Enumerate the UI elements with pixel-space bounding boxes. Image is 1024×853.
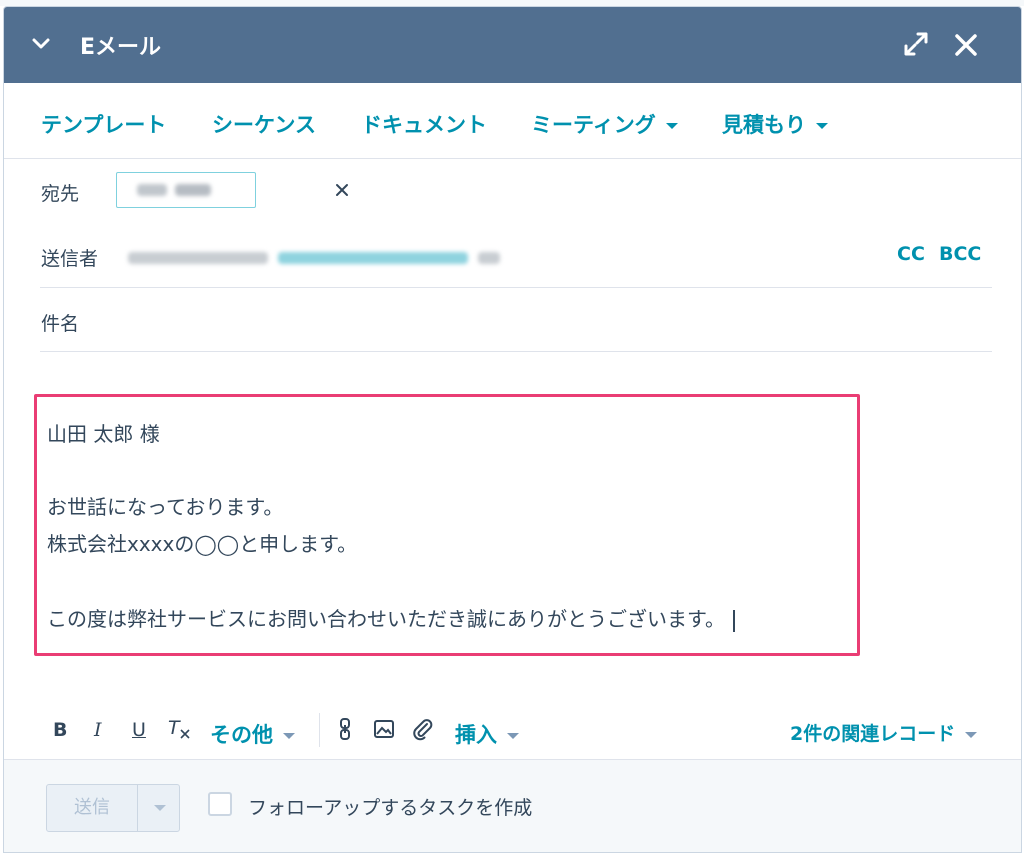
quote-dropdown[interactable]: 見積もり (722, 109, 828, 139)
email-body-editor[interactable]: 山田 太郎 様 お世話になっております。 株式会社xxxxの◯◯と申します。 こ… (34, 394, 860, 656)
format-separator (319, 713, 320, 747)
caret-down-icon (507, 733, 519, 739)
dialog-header: Eメール (4, 7, 1021, 83)
insert-label: 挿入 (455, 723, 497, 747)
bold-button[interactable]: B (53, 719, 67, 741)
caret-down-icon (154, 805, 166, 811)
body-line-last: この度は弊社サービスにお問い合わせいただき誠にありがとうございます。 (47, 603, 735, 632)
text-cursor (733, 609, 735, 632)
followup-task-label: フォローアップするタスクを作成 (248, 797, 533, 819)
more-format-label: その他 (210, 723, 273, 747)
recipient-chip[interactable] (116, 172, 348, 208)
body-line: お世話になっております。 (47, 495, 284, 519)
remove-recipient-icon[interactable] (333, 181, 351, 199)
related-records-label: 2件の関連レコード (790, 723, 956, 745)
send-options-button[interactable] (137, 785, 180, 831)
clear-format-icon (180, 729, 190, 739)
more-format-dropdown[interactable]: その他 (210, 719, 295, 749)
subject-label: 件名 (41, 313, 80, 335)
recipient-name-redacted (137, 184, 167, 196)
link-icon[interactable] (334, 717, 358, 741)
expand-icon[interactable] (903, 31, 929, 57)
attachment-icon[interactable] (410, 717, 434, 741)
from-label: 送信者 (41, 248, 99, 270)
document-button[interactable]: ドキュメント (361, 109, 487, 139)
image-icon[interactable] (372, 717, 396, 741)
clear-format-label: T (168, 717, 180, 739)
body-greeting: 山田 太郎 様 (47, 422, 160, 446)
body-line: 株式会社xxxxの◯◯と申します。 (47, 532, 358, 556)
chevron-down-icon[interactable] (30, 33, 52, 55)
cc-button[interactable]: CC (897, 243, 925, 265)
subject-input[interactable] (124, 303, 984, 339)
underline-button[interactable]: U (132, 719, 146, 741)
insert-dropdown[interactable]: 挿入 (455, 719, 519, 749)
body-text: この度は弊社サービスにお問い合わせいただき誠にありがとうございます。 (47, 607, 725, 631)
sender-suffix-redacted (478, 252, 500, 264)
italic-button[interactable]: I (94, 719, 102, 741)
bcc-button[interactable]: BCC (939, 243, 981, 265)
caret-down-icon (816, 123, 828, 129)
recipient-name-redacted (175, 184, 211, 196)
email-toolbar: テンプレート シーケンス ドキュメント ミーティング 見積もり (4, 83, 1021, 159)
template-button[interactable]: テンプレート (41, 109, 166, 139)
quote-label: 見積もり (722, 113, 806, 137)
clear-format-button[interactable]: T (168, 717, 194, 741)
sender-name-redacted (128, 252, 268, 264)
dialog-title: Eメール (80, 35, 162, 60)
divider (40, 287, 992, 288)
send-button[interactable]: 送信 (47, 785, 137, 831)
caret-down-icon (665, 123, 678, 129)
close-icon[interactable] (952, 31, 980, 59)
email-dialog: Eメール テンプレート シーケンス ドキュメント ミーティング 見積もり 宛先 … (3, 6, 1022, 853)
meeting-label: ミーティング (531, 113, 656, 137)
divider (40, 351, 992, 352)
followup-task-checkbox[interactable] (208, 792, 232, 816)
dialog-footer: 送信 フォローアップするタスクを作成 (4, 759, 1021, 852)
meeting-dropdown[interactable]: ミーティング (531, 109, 678, 139)
caret-down-icon (965, 731, 978, 738)
caret-down-icon (283, 733, 295, 739)
sender-email-redacted (278, 252, 468, 264)
related-records-dropdown[interactable]: 2件の関連レコード (790, 719, 978, 746)
sequence-button[interactable]: シーケンス (212, 109, 316, 139)
to-label: 宛先 (41, 183, 80, 205)
send-button-group: 送信 (46, 784, 180, 832)
